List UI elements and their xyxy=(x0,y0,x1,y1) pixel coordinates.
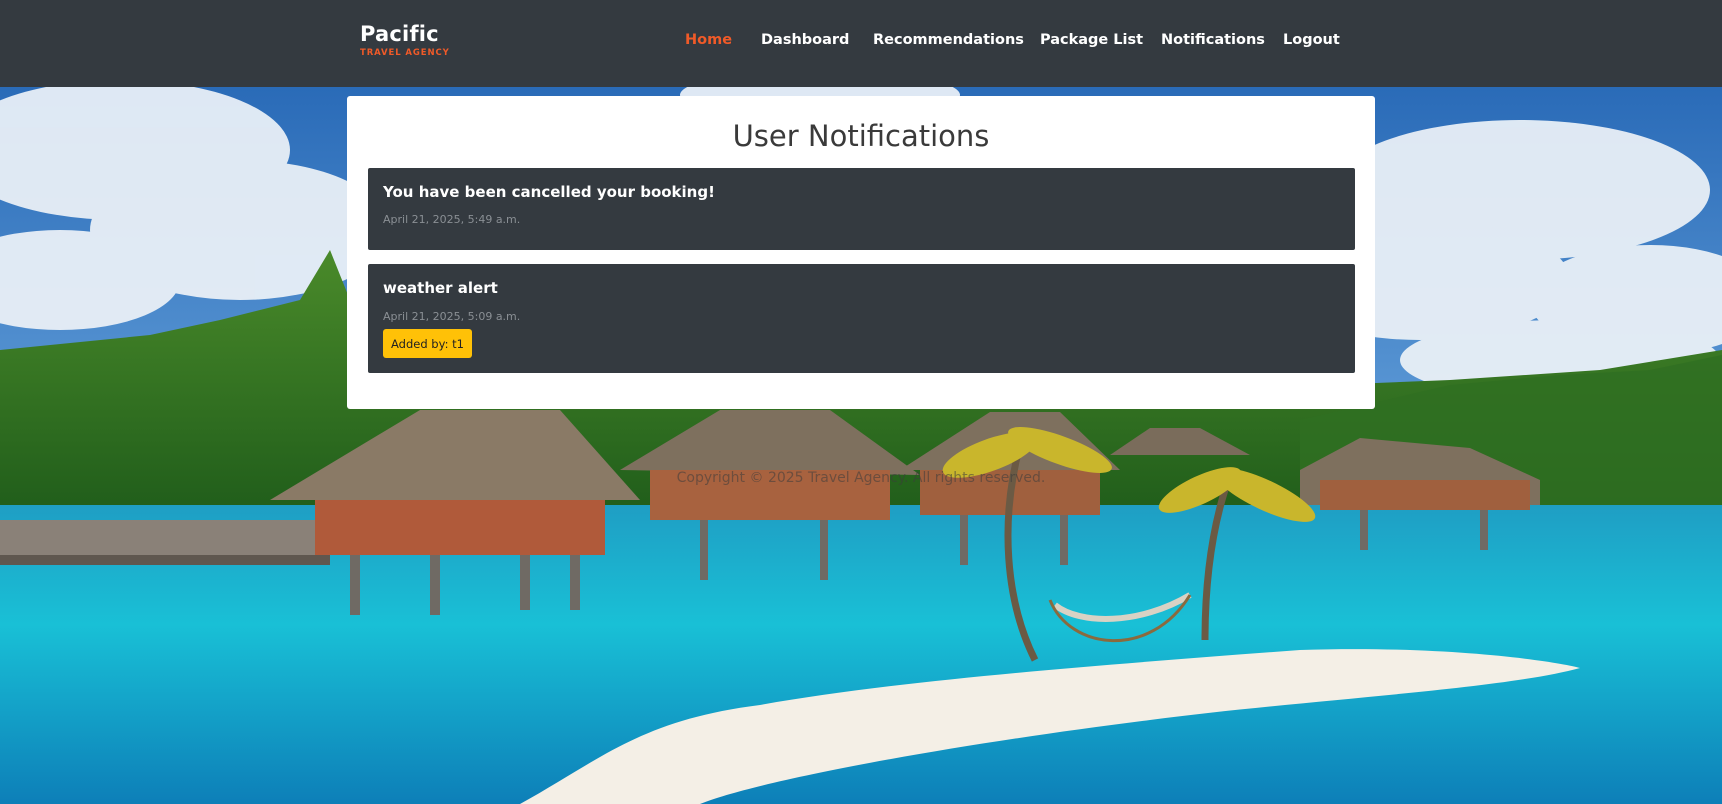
footer-copyright: Copyright © 2025 Travel Agency. All righ… xyxy=(676,470,1046,486)
notification-item: You have been cancelled your booking! Ap… xyxy=(368,168,1355,250)
brand-name: Pacific xyxy=(360,22,439,46)
nav-item-recommendations[interactable]: Recommendations xyxy=(873,30,1024,50)
notifications-card: User Notifications You have been cancell… xyxy=(347,96,1375,409)
nav-item-package-list[interactable]: Package List xyxy=(1040,30,1143,50)
top-navbar: Pacific TRAVEL AGENCY Home Dashboard Rec… xyxy=(0,0,1722,87)
notification-title: weather alert xyxy=(383,279,498,297)
nav-item-dashboard[interactable]: Dashboard xyxy=(761,30,849,50)
brand-logo[interactable]: Pacific TRAVEL AGENCY xyxy=(360,22,450,58)
nav-item-notifications[interactable]: Notifications xyxy=(1161,30,1265,50)
added-by-badge: Added by: t1 xyxy=(383,329,472,358)
notification-timestamp: April 21, 2025, 5:49 a.m. xyxy=(383,213,521,226)
brand-subtitle: TRAVEL AGENCY xyxy=(360,48,450,58)
nav-item-logout[interactable]: Logout xyxy=(1283,30,1340,50)
page-title: User Notifications xyxy=(732,119,990,153)
notification-item: weather alert April 21, 2025, 5:09 a.m. … xyxy=(368,264,1355,373)
nav-item-home[interactable]: Home xyxy=(685,30,732,50)
notification-title: You have been cancelled your booking! xyxy=(383,183,715,201)
notification-timestamp: April 21, 2025, 5:09 a.m. xyxy=(383,310,521,323)
